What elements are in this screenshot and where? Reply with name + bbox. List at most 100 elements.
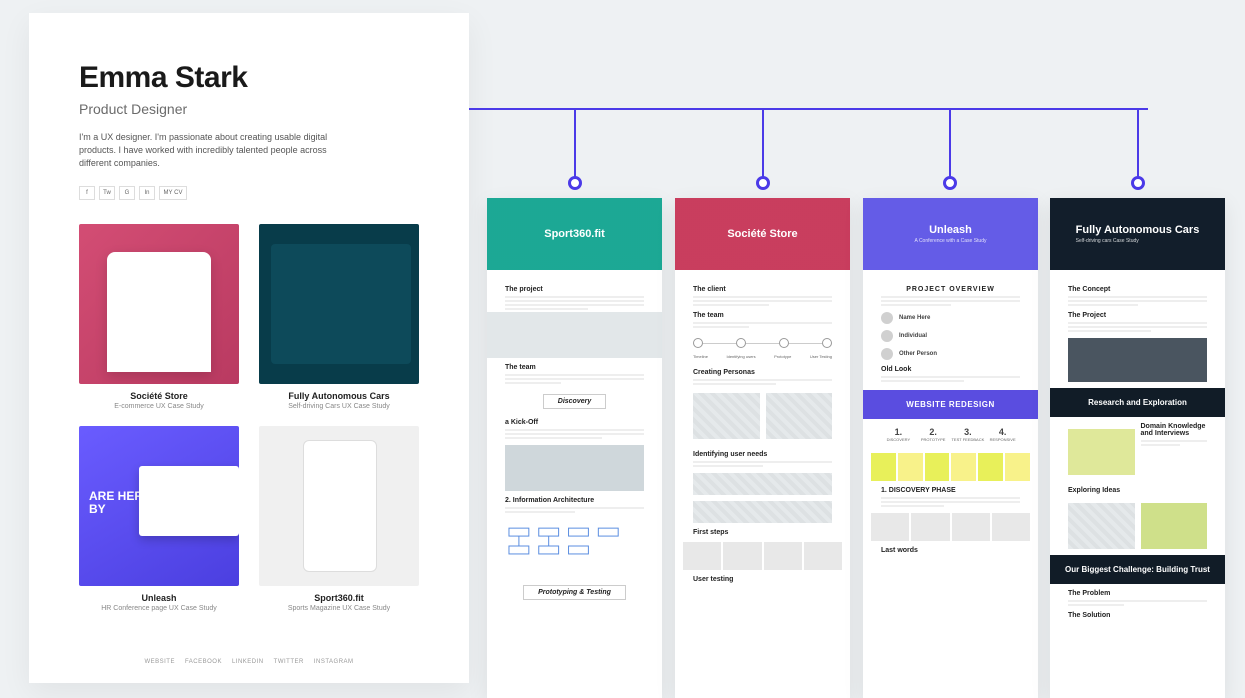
section-heading: The client	[693, 286, 832, 293]
connector-vertical	[574, 108, 576, 183]
footer-link[interactable]: FACEBOOK	[185, 659, 222, 665]
case-hero: Fully Autonomous Cars Self-driving cars …	[1050, 198, 1225, 270]
linkedin-icon[interactable]: In	[139, 186, 155, 200]
section-heading: 2. Information Architecture	[505, 497, 644, 504]
designer-name: Emma Stark	[79, 61, 419, 95]
wireframe-row	[683, 542, 842, 570]
needs-chart	[693, 473, 832, 495]
case-hero-sub: A Conference with a Case Study	[915, 238, 987, 244]
cv-button[interactable]: MY CV	[159, 186, 187, 200]
process-diagram	[693, 338, 832, 348]
section-heading: Exploring Ideas	[1068, 487, 1207, 494]
research-photo	[1068, 429, 1135, 475]
avatar	[881, 312, 893, 324]
social-links: f Tw G In MY CV	[79, 186, 419, 200]
sketch-photo	[1141, 503, 1208, 549]
section-banner: Research and Exploration	[1050, 388, 1225, 417]
case-study-sport[interactable]: Sport360.fit The project The team Discov…	[487, 198, 662, 698]
section-heading: Domain Knowledge and Interviews	[1141, 423, 1208, 437]
connector-vertical	[762, 108, 764, 183]
case-hero-title: Fully Autonomous Cars	[1076, 224, 1200, 236]
section-heading: The team	[693, 312, 832, 319]
case-hero-title: Sport360.fit	[544, 228, 605, 240]
section-heading: The Solution	[1068, 612, 1207, 619]
case-study-auto[interactable]: Fully Autonomous Cars Self-driving cars …	[1050, 198, 1225, 698]
section-heading: Creating Personas	[693, 369, 832, 376]
needs-chart	[693, 501, 832, 523]
twitter-icon[interactable]: Tw	[99, 186, 115, 200]
section-heading: The Concept	[1068, 286, 1207, 293]
process-steps: 1.DISCOVERY 2.PROTOTYPE 3.TEST FEEDBACK …	[881, 427, 1020, 443]
footer-link[interactable]: INSTAGRAM	[314, 659, 354, 665]
footer-link[interactable]: WEBSITE	[144, 659, 175, 665]
hero-photo	[487, 312, 662, 358]
designer-bio: I'm a UX designer. I'm passionate about …	[79, 131, 359, 170]
redesign-banner: WEBSITE REDESIGN	[863, 390, 1038, 419]
project-subtitle: Sports Magazine UX Case Study	[259, 605, 419, 612]
phase-chip: Discovery	[543, 394, 606, 409]
section-heading: PROJECT OVERVIEW	[881, 286, 1020, 293]
phase-chip: Prototyping & Testing	[523, 585, 626, 600]
change-label: Change	[345, 354, 366, 360]
clock: 12:05	[383, 250, 401, 257]
google-icon[interactable]: G	[119, 186, 135, 200]
avatar	[881, 330, 893, 342]
project-thumb: ARE HERE: ND OF KING BY	[79, 426, 239, 586]
project-title: Société Store	[79, 391, 239, 401]
video-still	[1068, 338, 1207, 382]
persona-image	[693, 393, 760, 439]
section-heading: User testing	[693, 576, 832, 583]
section-heading: Old Look	[881, 366, 1020, 373]
team-list: Name Here Individual Other Person	[881, 312, 1020, 360]
case-study-unleash[interactable]: Unleash A Conference with a Case Study P…	[863, 198, 1038, 698]
auto-mock-text: We are going Home Estimated time 13 min	[283, 268, 323, 325]
designer-role: Product Designer	[79, 101, 419, 117]
footer-links: WEBSITE FACEBOOK LINKEDIN TWITTER INSTAG…	[29, 659, 469, 665]
project-card-auto[interactable]: We are going Home Estimated time 13 min …	[259, 224, 419, 410]
case-hero: Société Store	[675, 198, 850, 270]
project-thumb	[79, 224, 239, 384]
section-heading: The project	[505, 286, 644, 293]
project-card-sport[interactable]: Sport360.fit Sports Magazine UX Case Stu…	[259, 426, 419, 612]
unleash-text: ARE HERE: ND OF KING BY	[89, 490, 239, 515]
footer-link[interactable]: TWITTER	[274, 659, 304, 665]
portfolio-page: Emma Stark Product Designer I'm a UX des…	[29, 13, 469, 683]
section-heading: The Project	[1068, 312, 1207, 319]
project-subtitle: HR Conference page UX Case Study	[79, 605, 239, 612]
go-button: GO	[287, 349, 326, 362]
connector-node	[943, 176, 957, 190]
footer-link[interactable]: LINKEDIN	[232, 659, 264, 665]
sticky-notes	[871, 453, 1030, 481]
section-heading: The team	[505, 364, 644, 371]
connector-node	[568, 176, 582, 190]
connector-node	[756, 176, 770, 190]
project-card-unleash[interactable]: ARE HERE: ND OF KING BY Unleash HR Confe…	[79, 426, 239, 612]
project-title: Fully Autonomous Cars	[259, 391, 419, 401]
connector-node	[1131, 176, 1145, 190]
project-thumb	[259, 426, 419, 586]
wireframe-row	[871, 513, 1030, 541]
case-hero: Unleash A Conference with a Case Study	[863, 198, 1038, 270]
section-banner: Our Biggest Challenge: Building Trust	[1050, 555, 1225, 584]
case-hero: Sport360.fit	[487, 198, 662, 270]
section-heading: Last words	[881, 547, 1020, 554]
avatar	[881, 348, 893, 360]
meeting-photo	[505, 445, 644, 491]
case-hero-title: Société Store	[727, 228, 797, 240]
facebook-icon[interactable]: f	[79, 186, 95, 200]
case-study-societe[interactable]: Société Store The client The team Timeli…	[675, 198, 850, 698]
section-heading: First steps	[693, 529, 832, 536]
connector-vertical	[949, 108, 951, 183]
case-hero-sub: Self-driving cars Case Study	[1076, 238, 1200, 244]
project-card-societe[interactable]: Société Store E-commerce UX Case Study	[79, 224, 239, 410]
project-thumb: We are going Home Estimated time 13 min …	[259, 224, 419, 384]
section-heading: 1. DISCOVERY PHASE	[881, 487, 1020, 494]
connector-horizontal	[469, 108, 1148, 110]
section-heading: Identifying user needs	[693, 451, 832, 458]
section-heading: a Kick-Off	[505, 419, 644, 426]
persona-image	[766, 393, 833, 439]
case-hero-title: Unleash	[915, 224, 987, 236]
connector-vertical	[1137, 108, 1139, 183]
project-title: Unleash	[79, 593, 239, 603]
project-subtitle: Self-driving Cars UX Case Study	[259, 403, 419, 410]
